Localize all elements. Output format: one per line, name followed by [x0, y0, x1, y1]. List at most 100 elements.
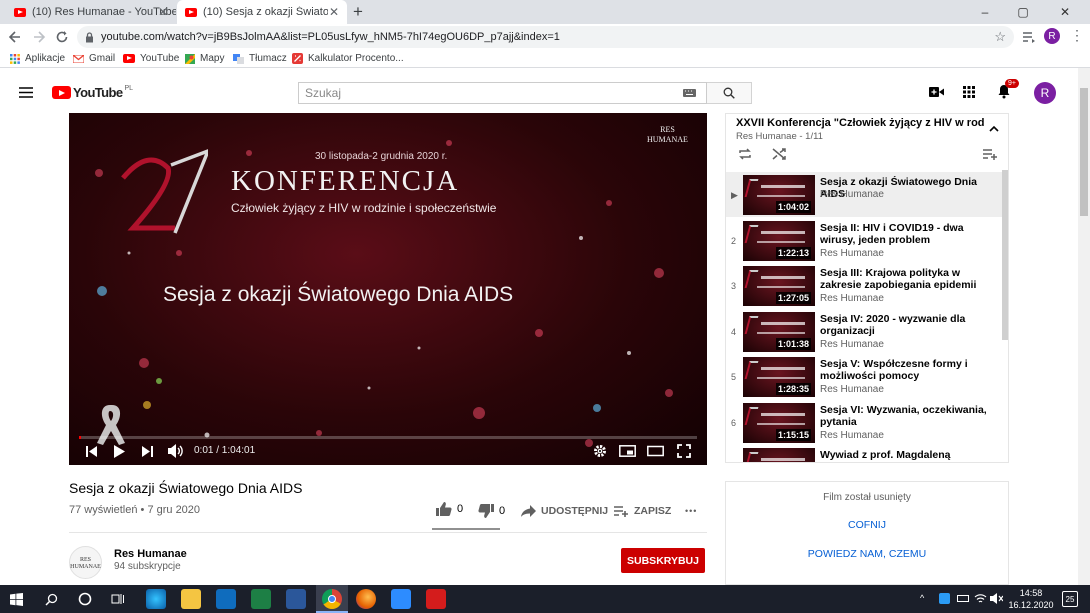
chevron-up-icon[interactable] [989, 125, 999, 132]
edge-icon[interactable] [146, 589, 166, 609]
wifi-icon[interactable] [974, 592, 987, 605]
keyboard-icon[interactable] [683, 89, 696, 97]
bookmark-youtube[interactable]: YouTube [123, 53, 179, 64]
reading-list-icon[interactable] [1022, 31, 1036, 43]
tray-app-icon[interactable] [939, 593, 950, 604]
volume-icon[interactable] [168, 444, 184, 458]
acrobat-icon[interactable] [426, 589, 446, 609]
file-explorer-icon[interactable] [181, 589, 201, 609]
tab-res-humanae[interactable]: (10) Res Humanae - YouTube ✕ [6, 0, 176, 24]
chrome-taskbar-active[interactable] [316, 585, 348, 613]
search-button[interactable] [707, 82, 752, 104]
progress-bar[interactable] [79, 436, 697, 439]
channel-avatar[interactable]: RES HUMANAE [69, 546, 102, 579]
loop-icon[interactable] [738, 148, 752, 160]
lock-icon[interactable] [85, 32, 94, 43]
playlist-item-title[interactable]: Sesja VI: Wyzwania, oczekiwania, pytania [820, 404, 1000, 428]
create-video-icon[interactable] [929, 87, 944, 97]
settings-gear-icon[interactable] [593, 444, 607, 458]
search-input[interactable]: Szukaj [298, 82, 707, 104]
profile-avatar[interactable]: R [1044, 28, 1060, 44]
playlist-item[interactable]: Wywiad z prof. Magdaleną Marczyńską [726, 445, 1008, 462]
bookmark-maps[interactable]: Mapy [185, 53, 224, 64]
play-icon[interactable] [114, 445, 125, 458]
dislike-button[interactable]: 0 [478, 504, 505, 518]
theater-mode-icon[interactable] [647, 445, 664, 457]
bookmark-gmail[interactable]: Gmail [73, 53, 115, 64]
playlist-item-title[interactable]: Sesja V: Współczesne formy i możliwości … [820, 358, 1000, 382]
notifications-button[interactable]: 9+ [997, 79, 1019, 99]
close-tab-icon[interactable]: ✕ [329, 5, 339, 19]
shuffle-icon[interactable] [772, 147, 786, 161]
video-thumbnail[interactable]: 1:27:05 [743, 266, 815, 306]
subscribe-button[interactable]: SUBSKRYBUJ [621, 548, 705, 573]
tab-current-video[interactable]: (10) Sesja z okazji Światowego D ✕ [177, 0, 347, 24]
task-view-icon[interactable] [111, 592, 125, 606]
close-tab-icon[interactable]: ✕ [158, 5, 168, 19]
video-thumbnail[interactable] [743, 448, 815, 462]
miniplayer-icon[interactable] [619, 445, 636, 457]
user-avatar[interactable]: R [1034, 82, 1056, 104]
excel-icon[interactable] [251, 589, 271, 609]
windows-start-icon[interactable] [10, 593, 23, 606]
video-thumbnail[interactable]: 1:01:38 [743, 311, 815, 352]
page-scrollbar[interactable] [1078, 68, 1090, 585]
youtube-logo[interactable]: YouTube PL [52, 85, 133, 100]
video-thumbnail[interactable]: 1:22:13 [743, 220, 815, 261]
more-actions-button[interactable]: ••• [685, 506, 697, 516]
firefox-icon[interactable] [356, 589, 376, 609]
reload-icon[interactable] [55, 30, 69, 44]
bookmark-translate[interactable]: Tłumacz [233, 53, 287, 64]
playlist-item[interactable]: 2 1:22:13 Sesja II: HIV i COVID19 - dwa wi… [726, 218, 1008, 263]
video-thumbnail[interactable]: 1:28:35 [743, 357, 815, 397]
search-icon[interactable] [45, 593, 58, 606]
word-icon[interactable] [286, 589, 306, 609]
notification-center-icon[interactable]: 25 [1062, 591, 1078, 607]
channel-name[interactable]: Res Humanae [114, 548, 187, 560]
scrollbar-thumb[interactable] [1080, 88, 1088, 216]
back-arrow-icon[interactable] [8, 30, 22, 44]
playlist-scrollbar-thumb[interactable] [1002, 170, 1008, 340]
video-player[interactable]: 27 30 listopada-2 grudnia 2020 r. KONFER… [69, 113, 707, 465]
playlist-item[interactable]: 4 1:01:38 Sesja IV: 2020 - wyzwanie dla or… [726, 309, 1008, 354]
outlook-icon[interactable] [216, 589, 236, 609]
zoom-icon[interactable] [391, 589, 411, 609]
new-tab-button[interactable]: + [353, 2, 363, 22]
playlist-item-title[interactable]: Sesja III: Krajowa polityka w zakresie z… [820, 267, 1000, 291]
playlist-item[interactable]: 3 1:27:05 Sesja III: Krajowa polityka w za… [726, 263, 1008, 308]
playlist-title[interactable]: XXVII Konferencja "Człowiek żyjący z HIV… [736, 117, 984, 129]
bookmark-apps[interactable]: Aplikacje [10, 53, 65, 64]
like-button[interactable]: 0 [436, 502, 463, 516]
playlist-item[interactable]: ▶ 1:04:02 Sesja z okazji Światowego Dnia A… [726, 172, 1008, 217]
bookmark-star-icon[interactable]: ☆ [994, 29, 1006, 45]
clock[interactable]: 14:58 16.12.2020 [1008, 587, 1054, 611]
playlist-item[interactable]: 6 1:15:15 Sesja VI: Wyzwania, oczekiwania,… [726, 400, 1008, 445]
browser-menu-icon[interactable]: ⋮ [1070, 28, 1084, 42]
url-field[interactable]: youtube.com/watch?v=jB9BsJolmAA&list=PL0… [77, 26, 1014, 48]
tray-chevron-icon[interactable]: ^ [920, 593, 924, 603]
undo-button[interactable]: COFNIJ [726, 519, 1008, 531]
apps-grid-icon[interactable] [963, 86, 975, 98]
previous-icon[interactable] [86, 446, 97, 457]
minimize-button[interactable]: – [966, 0, 1004, 24]
maximize-button[interactable]: ▢ [1004, 0, 1042, 24]
bookmark-calculator[interactable]: Kalkulator Procento... [292, 53, 404, 64]
playlist-item-title[interactable]: Wywiad z prof. Magdaleną Marczyńską [820, 449, 1000, 462]
share-button[interactable]: UDOSTĘPNIJ [521, 505, 608, 517]
playlist-item-title[interactable]: Sesja II: HIV i COVID19 - dwa wirusy, je… [820, 222, 1000, 246]
speaker-mute-icon[interactable] [990, 592, 1003, 605]
playlist-add-icon[interactable] [983, 148, 998, 160]
save-button[interactable]: ZAPISZ [614, 505, 671, 517]
tell-us-why-button[interactable]: POWIEDZ NAM, CZEMU [726, 548, 1008, 560]
hamburger-menu-icon[interactable] [19, 87, 33, 98]
video-thumbnail[interactable]: 1:15:15 [743, 402, 815, 443]
fullscreen-icon[interactable] [677, 444, 691, 458]
forward-arrow-icon[interactable] [32, 30, 46, 44]
playlist-item[interactable]: 5 1:28:35 Sesja V: Współczesne formy i moż… [726, 354, 1008, 399]
battery-icon[interactable] [957, 595, 969, 602]
close-window-button[interactable]: ✕ [1046, 0, 1084, 24]
playlist-item-title[interactable]: Sesja IV: 2020 - wyzwanie dla organizacj… [820, 313, 1000, 337]
next-icon[interactable] [142, 446, 153, 457]
cortana-icon[interactable] [78, 592, 92, 606]
video-thumbnail[interactable]: 1:04:02 [743, 175, 815, 215]
